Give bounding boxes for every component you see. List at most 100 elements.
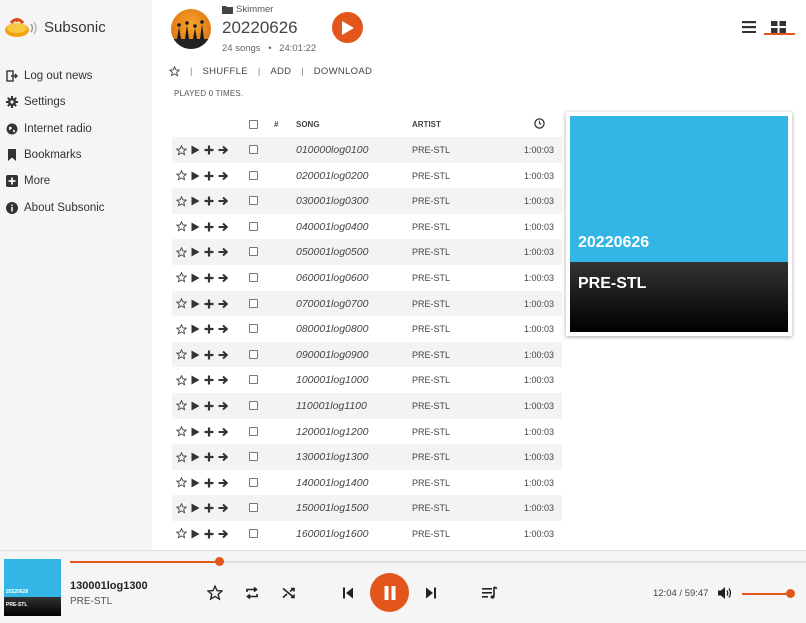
- add-song-button[interactable]: [202, 451, 216, 463]
- star-song-button[interactable]: [174, 528, 188, 540]
- song-artist[interactable]: PRE-STL: [412, 247, 450, 257]
- song-artist[interactable]: PRE-STL: [412, 324, 450, 334]
- star-song-button[interactable]: [174, 426, 188, 438]
- add-song-button[interactable]: [202, 400, 216, 412]
- row-checkbox[interactable]: [249, 477, 258, 487]
- add-button[interactable]: ADD: [270, 66, 291, 77]
- table-row[interactable]: 020001log0200 PRE-STL 1:00:03: [172, 163, 562, 189]
- grid-view-button[interactable]: [771, 20, 786, 38]
- play-song-button[interactable]: [188, 144, 202, 156]
- star-current-button[interactable]: [207, 585, 223, 601]
- star-song-button[interactable]: [174, 221, 188, 233]
- play-song-button[interactable]: [188, 195, 202, 207]
- column-header-duration[interactable]: [534, 118, 545, 131]
- play-next-button[interactable]: [216, 144, 230, 156]
- table-row[interactable]: 060001log0600 PRE-STL 1:00:03: [172, 265, 562, 291]
- table-row[interactable]: 150001log1500 PRE-STL 1:00:03: [172, 495, 562, 521]
- download-button[interactable]: DOWNLOAD: [314, 66, 372, 77]
- add-song-button[interactable]: [202, 374, 216, 386]
- row-checkbox[interactable]: [249, 528, 258, 538]
- sidebar-item-about[interactable]: About Subsonic: [5, 194, 105, 220]
- song-title[interactable]: 090001log0900: [296, 349, 368, 361]
- album-cover-card[interactable]: 20220626 PRE-STL: [566, 112, 792, 336]
- column-header-song[interactable]: SONG: [296, 120, 320, 129]
- star-album-button[interactable]: [169, 66, 180, 77]
- play-song-button[interactable]: [188, 528, 202, 540]
- play-song-button[interactable]: [188, 374, 202, 386]
- app-logo[interactable]: Subsonic: [4, 14, 106, 40]
- play-next-button[interactable]: [216, 477, 230, 489]
- star-song-button[interactable]: [174, 502, 188, 514]
- play-next-button[interactable]: [216, 246, 230, 258]
- mute-button[interactable]: [718, 586, 733, 600]
- add-song-button[interactable]: [202, 246, 216, 258]
- now-playing-artist[interactable]: PRE-STL: [70, 596, 112, 607]
- play-next-button[interactable]: [216, 298, 230, 310]
- song-artist[interactable]: PRE-STL: [412, 299, 450, 309]
- row-checkbox[interactable]: [249, 272, 258, 282]
- song-artist[interactable]: PRE-STL: [412, 350, 450, 360]
- star-song-button[interactable]: [174, 349, 188, 361]
- list-view-button[interactable]: [742, 20, 756, 38]
- star-song-button[interactable]: [174, 246, 188, 258]
- add-song-button[interactable]: [202, 144, 216, 156]
- song-title[interactable]: 020001log0200: [296, 170, 368, 182]
- sidebar-item-settings[interactable]: Settings: [5, 89, 105, 115]
- song-artist[interactable]: PRE-STL: [412, 196, 450, 206]
- pause-button[interactable]: [370, 573, 409, 612]
- play-song-button[interactable]: [188, 349, 202, 361]
- table-row[interactable]: 130001log1300 PRE-STL 1:00:03: [172, 444, 562, 470]
- song-title[interactable]: 120001log1200: [296, 426, 368, 438]
- add-song-button[interactable]: [202, 502, 216, 514]
- add-song-button[interactable]: [202, 426, 216, 438]
- song-title[interactable]: 130001log1300: [296, 451, 368, 463]
- song-title[interactable]: 010000log0100: [296, 144, 368, 156]
- play-song-button[interactable]: [188, 272, 202, 284]
- add-song-button[interactable]: [202, 272, 216, 284]
- play-next-button[interactable]: [216, 221, 230, 233]
- seek-bar[interactable]: [70, 557, 806, 566]
- table-row[interactable]: 160001log1600 PRE-STL 1:00:03: [172, 521, 562, 547]
- table-row[interactable]: 120001log1200 PRE-STL 1:00:03: [172, 419, 562, 445]
- queue-button[interactable]: [482, 586, 498, 600]
- play-next-button[interactable]: [216, 272, 230, 284]
- add-song-button[interactable]: [202, 323, 216, 335]
- table-row[interactable]: 030001log0300 PRE-STL 1:00:03: [172, 188, 562, 214]
- play-next-button[interactable]: [216, 426, 230, 438]
- add-song-button[interactable]: [202, 349, 216, 361]
- play-song-button[interactable]: [188, 477, 202, 489]
- play-next-button[interactable]: [216, 502, 230, 514]
- song-artist[interactable]: PRE-STL: [412, 171, 450, 181]
- now-playing-title[interactable]: 130001log1300: [70, 580, 148, 592]
- row-checkbox[interactable]: [249, 170, 258, 180]
- play-next-button[interactable]: [216, 374, 230, 386]
- sidebar-item-internet-radio[interactable]: Internet radio: [5, 116, 105, 142]
- seek-handle[interactable]: [214, 557, 224, 566]
- add-song-button[interactable]: [202, 221, 216, 233]
- song-title[interactable]: 160001log1600: [296, 528, 368, 540]
- add-song-button[interactable]: [202, 528, 216, 540]
- add-song-button[interactable]: [202, 170, 216, 182]
- table-row[interactable]: 090001log0900 PRE-STL 1:00:03: [172, 341, 562, 368]
- add-song-button[interactable]: [202, 298, 216, 310]
- row-checkbox[interactable]: [249, 503, 258, 513]
- play-song-button[interactable]: [188, 400, 202, 412]
- row-checkbox[interactable]: [249, 349, 258, 359]
- play-song-button[interactable]: [188, 323, 202, 335]
- previous-button[interactable]: [342, 586, 354, 600]
- song-title[interactable]: 080001log0800: [296, 323, 368, 335]
- row-checkbox[interactable]: [249, 221, 258, 231]
- star-song-button[interactable]: [174, 374, 188, 386]
- now-playing-cover[interactable]: 20220626 PRE-STL: [4, 559, 61, 616]
- next-button[interactable]: [425, 586, 437, 600]
- row-checkbox[interactable]: [249, 247, 258, 257]
- table-row[interactable]: 100001log1000 PRE-STL 1:00:03: [172, 367, 562, 393]
- breadcrumb[interactable]: Skimmer: [222, 4, 273, 15]
- song-artist[interactable]: PRE-STL: [412, 452, 450, 462]
- play-next-button[interactable]: [216, 400, 230, 412]
- table-row[interactable]: 050001log0500 PRE-STL 1:00:03: [172, 239, 562, 265]
- song-title[interactable]: 070001log0700: [296, 298, 368, 310]
- row-checkbox[interactable]: [249, 196, 258, 206]
- row-checkbox[interactable]: [249, 400, 258, 410]
- play-next-button[interactable]: [216, 528, 230, 540]
